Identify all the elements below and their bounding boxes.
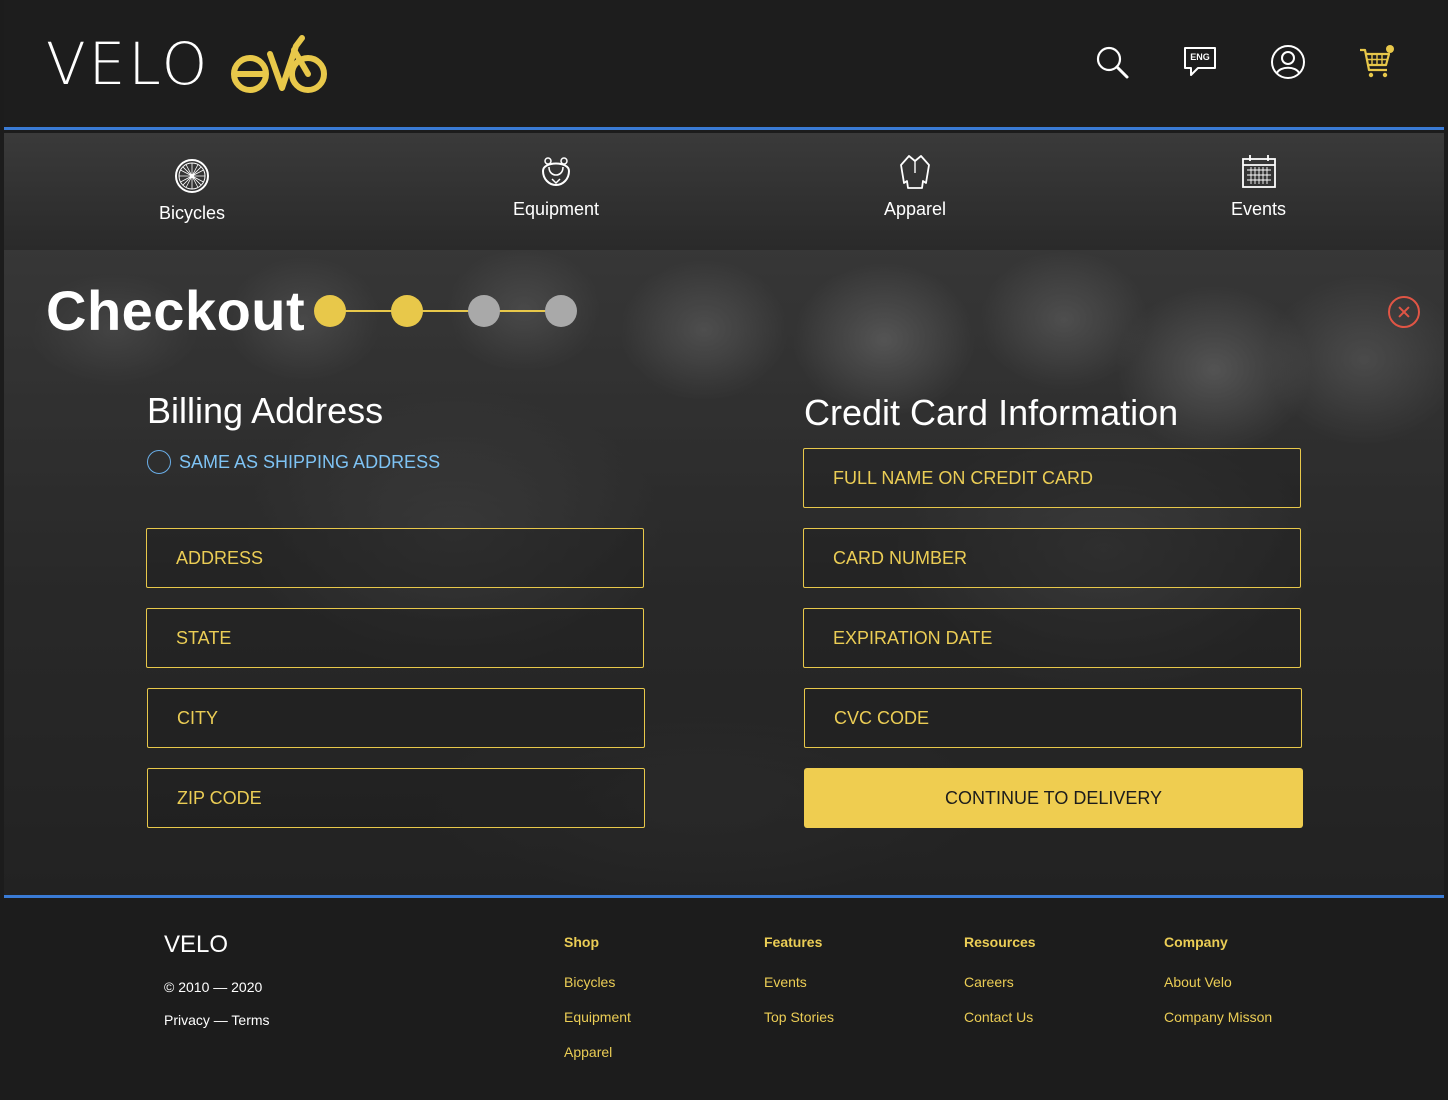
bicycle-logo-icon bbox=[231, 35, 328, 93]
address-field[interactable]: ADDRESS bbox=[146, 528, 644, 588]
same-as-shipping-option[interactable]: SAME AS SHIPPING ADDRESS bbox=[147, 450, 440, 474]
page: VELO ENG Bicycles Equipment Apparel Even… bbox=[4, 0, 1444, 1100]
checkout-section: Checkout Billing Address SAME AS SHIPPIN… bbox=[4, 250, 1444, 895]
account-icon[interactable] bbox=[1270, 44, 1306, 80]
state-field[interactable]: STATE bbox=[146, 608, 644, 668]
zip-code-field[interactable]: ZIP CODE bbox=[147, 768, 645, 828]
card-number-field[interactable]: CARD NUMBER bbox=[803, 528, 1301, 588]
footer-link-equipment[interactable]: Equipment bbox=[564, 1009, 631, 1025]
expiration-date-field[interactable]: EXPIRATION DATE bbox=[803, 608, 1301, 668]
nav-item-equipment[interactable]: Equipment bbox=[513, 153, 599, 220]
card-number-placeholder: CARD NUMBER bbox=[833, 547, 968, 568]
billing-title: Billing Address bbox=[147, 390, 384, 431]
city-field[interactable]: CITY bbox=[147, 688, 645, 748]
page-title: Checkout bbox=[46, 279, 306, 342]
nav-label: Equipment bbox=[513, 199, 600, 219]
footer-brand: VELO bbox=[164, 931, 229, 958]
credit-card-title: Credit Card Information bbox=[804, 392, 1179, 433]
city-placeholder: CITY bbox=[177, 707, 219, 728]
footer-link-top-stories[interactable]: Top Stories bbox=[764, 1009, 834, 1025]
privacy-terms-link[interactable]: Privacy — Terms bbox=[164, 1012, 270, 1028]
footer-link-apparel[interactable]: Apparel bbox=[564, 1044, 631, 1060]
progress-line bbox=[330, 310, 560, 312]
nav-label: Events bbox=[1231, 199, 1287, 219]
language-badge: ENG bbox=[1190, 52, 1210, 62]
cardholder-name-placeholder: FULL NAME ON CREDIT CARD bbox=[833, 467, 1094, 488]
brand[interactable]: VELO bbox=[46, 30, 330, 98]
copyright: © 2010 — 2020 bbox=[164, 979, 263, 995]
language-icon[interactable]: ENG bbox=[1182, 44, 1218, 80]
nav-label: Bicycles bbox=[159, 203, 226, 223]
cvc-code-placeholder: CVC CODE bbox=[834, 707, 930, 728]
zip-code-placeholder: ZIP CODE bbox=[177, 787, 262, 808]
footer-column-shop: Shop Bicycles Equipment Apparel bbox=[564, 934, 631, 1079]
checkout-progress bbox=[314, 295, 577, 327]
continue-to-delivery-button[interactable]: CONTINUE TO DELIVERY bbox=[804, 768, 1303, 828]
nav-item-events[interactable]: Events bbox=[1231, 153, 1286, 220]
footer-link-about-velo[interactable]: About Velo bbox=[1164, 974, 1272, 990]
close-icon[interactable] bbox=[1388, 296, 1420, 328]
cvc-code-field[interactable]: CVC CODE bbox=[804, 688, 1302, 748]
footer-link-careers[interactable]: Careers bbox=[964, 974, 1036, 990]
continue-button-label: CONTINUE TO DELIVERY bbox=[944, 787, 1163, 808]
site-header: VELO ENG bbox=[4, 0, 1444, 130]
footer-column-features: Features Events Top Stories bbox=[764, 934, 834, 1044]
footer-heading: Company bbox=[1164, 934, 1228, 950]
state-placeholder: STATE bbox=[176, 627, 232, 648]
progress-step bbox=[545, 295, 577, 327]
expiration-date-placeholder: EXPIRATION DATE bbox=[833, 627, 993, 648]
footer-link-company-mission[interactable]: Company Misson bbox=[1164, 1009, 1272, 1025]
cardholder-name-field[interactable]: FULL NAME ON CREDIT CARD bbox=[803, 448, 1301, 508]
address-placeholder: ADDRESS bbox=[176, 547, 264, 568]
footer-heading: Features bbox=[764, 934, 823, 950]
footer-column-company: Company About Velo Company Misson bbox=[1164, 934, 1272, 1044]
footer-column-resources: Resources Careers Contact Us bbox=[964, 934, 1036, 1044]
footer-heading: Resources bbox=[964, 934, 1036, 950]
radio-button[interactable] bbox=[147, 450, 171, 474]
cart-icon[interactable] bbox=[1358, 44, 1394, 80]
calendar-icon bbox=[1241, 155, 1276, 188]
footer-link-bicycles[interactable]: Bicycles bbox=[564, 974, 631, 990]
site-footer: VELO © 2010 — 2020 Privacy — Terms Shop … bbox=[4, 895, 1444, 1100]
helmet-icon bbox=[542, 157, 571, 187]
progress-step bbox=[314, 295, 346, 327]
footer-link-contact-us[interactable]: Contact Us bbox=[964, 1009, 1036, 1025]
progress-step bbox=[468, 295, 500, 327]
nav-item-bicycles[interactable]: Bicycles bbox=[159, 157, 225, 224]
search-icon[interactable] bbox=[1094, 44, 1130, 80]
footer-link-events[interactable]: Events bbox=[764, 974, 834, 990]
footer-heading: Shop bbox=[564, 934, 599, 950]
progress-step bbox=[391, 295, 423, 327]
wheel-icon bbox=[175, 159, 209, 193]
jersey-icon bbox=[900, 155, 930, 189]
same-as-shipping-label: SAME AS SHIPPING ADDRESS bbox=[179, 451, 441, 472]
category-nav: Bicycles Equipment Apparel Events bbox=[4, 133, 1444, 250]
nav-item-apparel[interactable]: Apparel bbox=[884, 153, 946, 220]
nav-label: Apparel bbox=[884, 199, 947, 219]
brand-name: VELO bbox=[46, 30, 211, 98]
header-actions: ENG bbox=[1094, 44, 1394, 80]
